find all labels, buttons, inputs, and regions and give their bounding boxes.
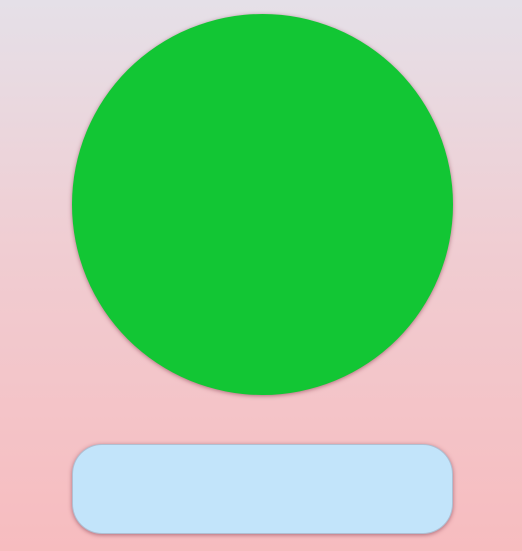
action-button[interactable] — [72, 444, 453, 534]
status-indicator-circle[interactable] — [72, 14, 453, 395]
